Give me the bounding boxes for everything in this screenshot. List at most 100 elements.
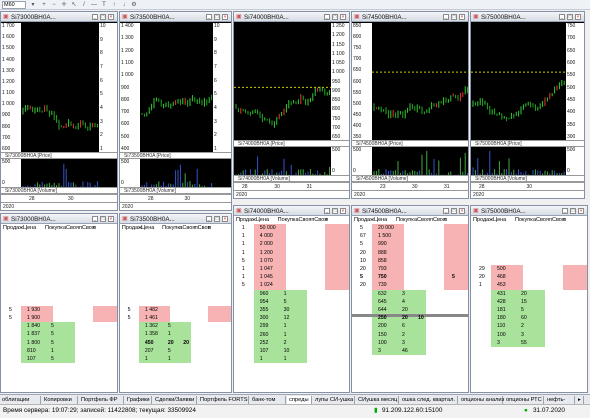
minimize-icon[interactable]: _ (562, 208, 568, 214)
bid-row[interactable]: 1 837 5 (1, 330, 117, 338)
bid-row[interactable]: 300 12 (234, 314, 349, 322)
minimize-icon[interactable]: _ (324, 14, 330, 20)
volume-chart[interactable] (140, 159, 213, 187)
workspace-tab[interactable]: Копировки (42, 396, 78, 404)
maximize-icon[interactable]: □ (214, 216, 220, 222)
order-book-window[interactable]: ▣ Si75000BH0A... _ □ × Продаж Цена Покупк аСвоя п… (470, 205, 588, 393)
minimize-icon[interactable]: _ (92, 216, 98, 222)
crosshair-icon[interactable]: ✛ (60, 1, 68, 9)
bid-row[interactable]: 207 5 (120, 347, 231, 355)
maximize-icon[interactable]: □ (100, 216, 106, 222)
bid-row[interactable]: 180 60 (471, 314, 587, 322)
bid-row[interactable]: 3 46 (352, 347, 468, 355)
order-book-window[interactable]: ▣ Si73000BH0A... _ □ × Продаж Цена Покупк аСвоя п… (0, 213, 118, 393)
workspace-tab[interactable]: Портфель FORTS (198, 396, 249, 404)
ask-row[interactable]: 1 1 045 (234, 273, 349, 281)
chart-title-bar[interactable]: ▣ Si73500BH0A... _ □ × (120, 12, 231, 22)
arrow-up-icon[interactable]: ↑ (110, 1, 118, 9)
volume-chart[interactable] (372, 147, 468, 175)
order-book-window[interactable]: ▣ Si74500BH0A... _ □ × Продаж Цена Покупк аСвоя п… (351, 205, 469, 393)
maximize-icon[interactable]: □ (100, 14, 106, 20)
maximize-icon[interactable]: □ (214, 14, 220, 20)
order-book-table[interactable]: 5 20 000 67 1 500 5 990 20 888 10 858 20 793 5 750 5 20… (352, 224, 468, 392)
zoom-out-icon[interactable]: − (50, 1, 58, 9)
bid-row[interactable]: 11 (120, 355, 231, 363)
maximize-icon[interactable]: □ (451, 208, 457, 214)
workspace-tab[interactable]: облигации (0, 396, 41, 404)
close-icon[interactable]: × (575, 14, 581, 20)
ask-row[interactable]: 10 858 (352, 257, 468, 265)
minimize-icon[interactable]: _ (324, 208, 330, 214)
zoom-in-icon[interactable]: + (40, 1, 48, 9)
bid-row[interactable]: 632 3 (352, 290, 468, 298)
order-book-table[interactable]: 29 500 20 468 1 453 431 20 428 15 181 5 180 60 110 2 100… (471, 224, 587, 392)
workspace-tab[interactable]: Сделки/Заявки (153, 396, 197, 404)
horizontal-line-icon[interactable]: — (90, 1, 98, 9)
minimize-icon[interactable]: _ (92, 14, 98, 20)
ask-row[interactable]: 5 1 482 (120, 306, 231, 314)
bid-row[interactable]: 1 358 1 (120, 330, 231, 338)
chart-window[interactable]: ▣ Si73500BH0A... _ □ × 1 400 1 300 1 200 1 100 1 … (119, 11, 232, 211)
ask-row[interactable]: 5 1 461 (120, 314, 231, 322)
minimize-icon[interactable]: _ (206, 216, 212, 222)
bid-row[interactable]: 252 2 (234, 339, 349, 347)
chart-title-bar[interactable]: ▣ Si74500BH0A... _ □ × (352, 12, 468, 22)
ask-row[interactable]: 20 888 (352, 249, 468, 257)
workspace-tab[interactable]: Портфель ФР (79, 396, 124, 404)
close-icon[interactable]: × (340, 14, 346, 20)
order-book-window[interactable]: ▣ Si74000BH0A... _ □ × Продаж Цена Покупк аСвоя п… (233, 205, 350, 393)
chart-window[interactable]: ▣ Si75000BH0A... _ □ × 750 700 650 600 550 500 450 4… (470, 11, 585, 199)
text-tool-icon[interactable]: T (100, 1, 108, 9)
price-chart[interactable] (140, 23, 213, 152)
bid-row[interactable]: 431 20 (471, 290, 587, 298)
close-icon[interactable]: × (222, 216, 228, 222)
workspace-tab[interactable]: банк-том (250, 396, 286, 404)
bid-row[interactable]: 3 55 (471, 339, 587, 347)
close-icon[interactable]: × (108, 14, 114, 20)
volume-chart[interactable] (21, 159, 99, 187)
bid-row[interactable]: 200 6 (352, 322, 468, 330)
ask-row[interactable]: 5 990 (352, 240, 468, 248)
bid-row[interactable]: 299 1 (234, 322, 349, 330)
volume-chart[interactable] (471, 147, 566, 175)
close-icon[interactable]: × (459, 208, 465, 214)
pointer-icon[interactable]: ↖ (70, 1, 78, 9)
workspace-tab[interactable]: опционы анализ (459, 396, 504, 404)
ask-row[interactable]: 5 1 070 (234, 257, 349, 265)
bid-row[interactable]: 355 30 (234, 306, 349, 314)
line-tool-icon[interactable]: / (80, 1, 88, 9)
order-book-window[interactable]: ▣ Si73500BH0A... _ □ × Продаж Цена Покупк аСвоя п… (119, 213, 232, 393)
dropdown-icon[interactable]: ▾ (29, 1, 37, 9)
bid-row[interactable]: 645 4 (352, 298, 468, 306)
volume-chart[interactable] (234, 147, 331, 175)
bid-row[interactable]: 110 2 (471, 322, 587, 330)
price-chart[interactable] (234, 23, 331, 140)
bid-row[interactable]: 150 2 (352, 331, 468, 339)
workspace-tab[interactable]: опционы РТС (504, 396, 544, 404)
ask-row[interactable]: 1 453 (471, 281, 587, 289)
maximize-icon[interactable]: □ (332, 14, 338, 20)
ask-row[interactable]: 1 2 000 (234, 240, 349, 248)
price-chart[interactable] (21, 23, 99, 152)
minimize-icon[interactable]: _ (443, 14, 449, 20)
maximize-icon[interactable]: □ (567, 14, 573, 20)
workspace-tab[interactable]: лупы СИ-ушка (313, 396, 355, 404)
minimize-icon[interactable]: _ (443, 208, 449, 214)
order-book-title-bar[interactable]: ▣ Si73000BH0A... _ □ × (1, 214, 117, 224)
minimize-icon[interactable]: _ (206, 14, 212, 20)
ask-row[interactable]: 5 1 930 (1, 306, 117, 314)
bid-row[interactable]: 260 1 (234, 331, 349, 339)
ask-row[interactable]: 1 4 000 (234, 232, 349, 240)
ask-row[interactable]: 29 500 (471, 265, 587, 273)
bid-row[interactable]: 1 362 5 (120, 322, 231, 330)
bid-row[interactable]: 181 5 (471, 306, 587, 314)
order-book-table[interactable]: 5 1 930 5 1 900 1 840 5 1 837 5 1 800 5 810 1 107 5 (1, 232, 117, 392)
ask-row[interactable]: 1 50 000 (234, 224, 349, 232)
timeframe-select[interactable]: M60 (2, 1, 26, 9)
bid-row[interactable]: 450 20 20 (120, 339, 231, 347)
bid-row[interactable]: 107 5 (1, 355, 117, 363)
order-book-title-bar[interactable]: ▣ Si75000BH0A... _ □ × (471, 206, 587, 216)
order-book-title-bar[interactable]: ▣ Si73500BH0A... _ □ × (120, 214, 231, 224)
order-book-title-bar[interactable]: ▣ Si74500BH0A... _ □ × (352, 206, 468, 216)
maximize-icon[interactable]: □ (570, 208, 576, 214)
